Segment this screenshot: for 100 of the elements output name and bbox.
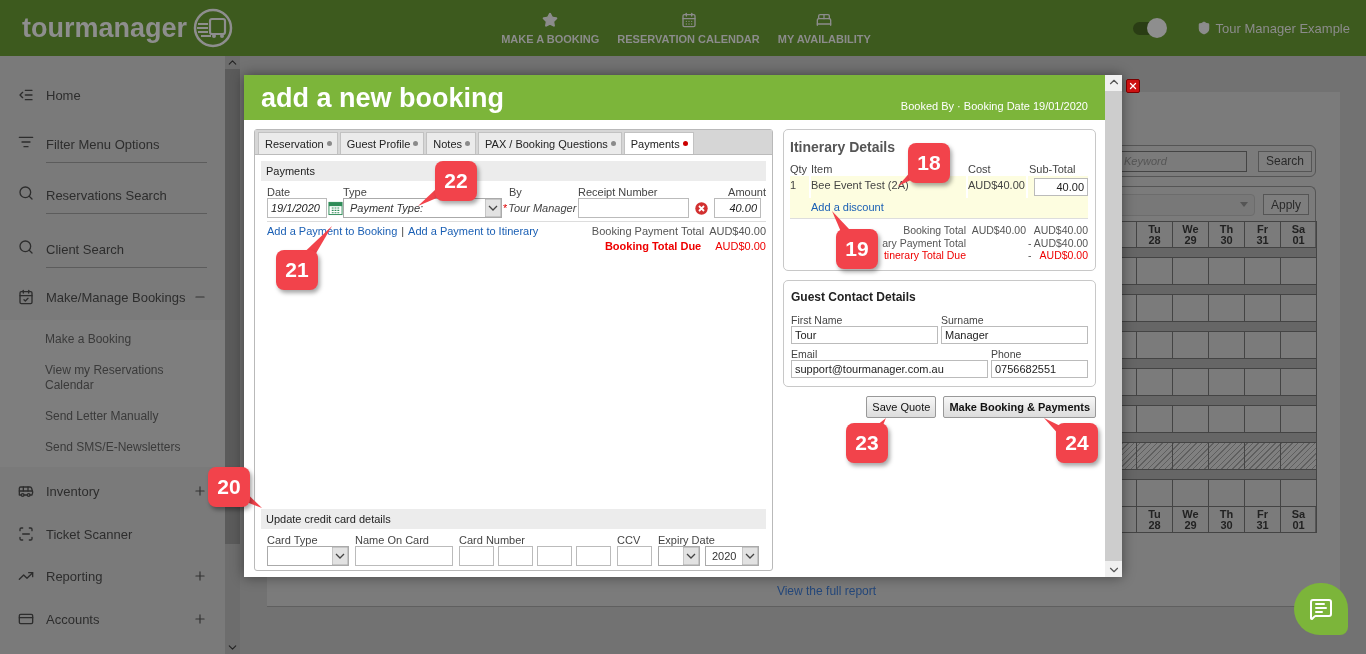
card-type-select[interactable] — [267, 546, 349, 566]
step-number: 20 — [208, 467, 250, 507]
column-label: Receipt Number — [578, 186, 659, 198]
total-value: AUD$40.00 — [971, 224, 1026, 237]
scrollbar[interactable] — [1105, 75, 1122, 577]
search-icon — [18, 185, 34, 201]
menu-item[interactable]: Inventory — [46, 483, 193, 499]
total-value: AUD$0.00 — [1039, 249, 1088, 262]
expiry-month-select[interactable] — [658, 546, 700, 566]
expiry-year-select[interactable]: 2020 — [705, 546, 759, 566]
remove-icon[interactable] — [695, 201, 708, 215]
field-label: Surname — [941, 313, 985, 326]
menu-item[interactable]: Reporting — [46, 568, 193, 584]
tab[interactable]: Payments — [623, 132, 694, 154]
add-payment-link[interactable]: Add a Payment to Booking — [267, 225, 398, 237]
menu-item[interactable]: Home — [46, 87, 207, 103]
subtotal-field[interactable]: 40.00 — [1034, 178, 1088, 196]
caret-icon — [485, 199, 501, 217]
menu-item[interactable]: Reservations Search — [46, 172, 207, 214]
user-name[interactable]: Tour Manager Example — [1215, 20, 1350, 36]
nav-link[interactable]: MAKE A BOOKING — [501, 11, 600, 45]
booking-info: Booked By · Booking Date 19/01/2020 — [900, 100, 1088, 112]
search-icon — [18, 239, 34, 255]
menu-item[interactable]: Ticket Scanner — [46, 526, 207, 542]
status-dot-icon — [610, 141, 616, 146]
panel-heading: Itinerary Details — [790, 139, 897, 155]
date-field[interactable]: 19/1/2020 — [267, 198, 327, 218]
booked-by-text: Tour Manager — [508, 202, 577, 214]
status-dot-icon — [413, 141, 419, 146]
close-button[interactable] — [1126, 79, 1140, 93]
chat-icon — [1309, 597, 1333, 621]
report-link[interactable]: View the full report — [776, 584, 877, 598]
status-dot-icon — [682, 141, 688, 146]
card-number-field[interactable] — [537, 546, 572, 566]
section-heading: Update credit card details — [261, 509, 766, 529]
total-value: - AUD$40.00 — [1028, 236, 1089, 249]
expand-icon[interactable] — [193, 612, 207, 626]
column-label: By — [508, 186, 523, 198]
required-mark: * — [503, 202, 508, 214]
tab[interactable]: Reservation — [258, 132, 338, 154]
submenu-item[interactable]: Send SMS/E-Newsletters — [0, 440, 195, 455]
text-field[interactable]: support@tourmanager.com.au — [791, 359, 988, 378]
step-number: 18 — [908, 143, 950, 183]
submenu-item[interactable]: Make a Booking — [0, 332, 195, 347]
total-due-label: Booking Total Due — [604, 240, 702, 252]
text-field[interactable]: Manager — [941, 325, 1088, 344]
name-on-card-field[interactable] — [355, 546, 453, 566]
column-label: Sub-Total — [1028, 163, 1077, 176]
card-icon — [18, 611, 34, 627]
column-label: Amount — [727, 186, 766, 198]
total-label: ary Payment Total — [882, 236, 966, 249]
step-number: 24 — [1056, 423, 1098, 463]
collapse-menu-icon — [18, 87, 34, 103]
chat-button[interactable] — [1294, 583, 1348, 635]
menu-item[interactable]: Filter Menu Options — [46, 121, 207, 163]
scanner-icon — [18, 526, 34, 542]
card-number-field[interactable] — [498, 546, 533, 566]
total-value: AUD$40.00 — [1033, 224, 1088, 237]
submenu-item[interactable]: View my Reservations Calendar — [0, 363, 195, 393]
nav-link[interactable]: MY AVAILABILITY — [777, 11, 871, 45]
menu-item[interactable]: Accounts — [46, 611, 193, 627]
step-number: 21 — [276, 250, 318, 290]
receipt-field[interactable] — [578, 198, 689, 218]
make-booking-button[interactable]: Make Booking & Payments — [943, 395, 1096, 418]
expand-icon[interactable] — [193, 484, 207, 498]
column-label: Name On Card — [355, 534, 430, 546]
ccv-field[interactable] — [617, 546, 652, 566]
tab[interactable]: Guest Profile — [339, 132, 425, 154]
nav-link[interactable]: RESERVATION CALENDAR — [617, 11, 760, 45]
expand-icon[interactable] — [193, 569, 207, 583]
menu-item[interactable]: Make/Manage Bookings — [46, 289, 193, 305]
dialog-title: add a new booking — [261, 83, 504, 114]
search-button[interactable]: Search — [1258, 150, 1313, 172]
caret-icon — [1239, 202, 1248, 207]
submenu-item[interactable]: Send Letter Manually — [0, 409, 195, 424]
card-number-field[interactable] — [459, 546, 494, 566]
shield-icon — [1196, 21, 1211, 35]
text-field[interactable]: Tour — [791, 325, 938, 344]
field-label: First Name — [791, 313, 844, 326]
star-icon — [542, 11, 559, 28]
status-dot-icon — [326, 141, 332, 146]
menu-item[interactable]: Client Search — [46, 226, 207, 268]
payment-type-select[interactable]: Payment Type: — [343, 198, 502, 218]
caret-icon — [742, 547, 758, 565]
discount-link[interactable]: Add a discount — [811, 201, 884, 213]
add-payment-link[interactable]: Add a Payment to Itinerary — [408, 225, 539, 237]
toggle-switch[interactable] — [1132, 21, 1165, 35]
calendar-icon[interactable] — [328, 200, 343, 216]
logo-text: tourmanager — [22, 12, 188, 44]
card-number-field[interactable] — [576, 546, 611, 566]
apply-button[interactable]: Apply — [1262, 194, 1309, 215]
bed-icon — [816, 11, 833, 28]
link-separator: | — [401, 225, 405, 237]
total-due-value: AUD$0.00 — [715, 240, 766, 252]
amount-field[interactable]: 40.00 — [714, 198, 761, 218]
column-label: Card Number — [459, 534, 527, 546]
save-quote-button[interactable]: Save Quote — [866, 395, 937, 418]
text-field[interactable]: 0756682551 — [991, 359, 1088, 378]
tab[interactable]: Notes — [426, 132, 477, 154]
tab[interactable]: PAX / Booking Questions — [478, 132, 622, 154]
